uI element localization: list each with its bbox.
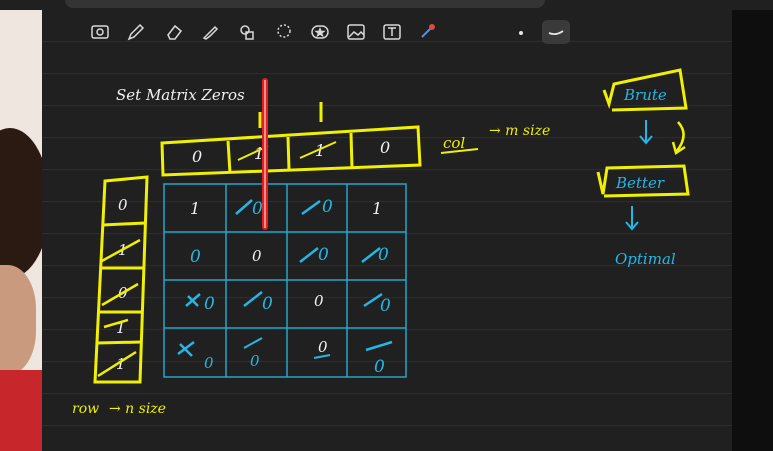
arrow-down-2 bbox=[625, 206, 639, 231]
approaches-list: Brute Better Optimal bbox=[596, 68, 690, 268]
col-label: col bbox=[443, 134, 465, 152]
matrix-cell-2-1: 0 bbox=[262, 294, 273, 314]
note-title: Set Matrix Zeros bbox=[116, 86, 245, 104]
matrix-cell-0-0: 1 bbox=[190, 199, 200, 218]
strike-3-3 bbox=[365, 340, 393, 352]
approach-brute: Brute bbox=[623, 86, 667, 104]
strike-0-1 bbox=[235, 199, 253, 215]
col-array-values: 0 1 1 0 bbox=[192, 138, 390, 166]
strike-2-1 bbox=[243, 291, 263, 307]
approach-optimal: Optimal bbox=[615, 250, 676, 268]
matrix-cell-3-0: 0 bbox=[204, 354, 214, 372]
matrix-cell-2-2: 0 bbox=[314, 292, 324, 310]
ink-layer: Set Matrix Zeros 0 1 1 0 col → m size 0 … bbox=[72, 68, 690, 417]
matrix-cell-1-1: 0 bbox=[252, 247, 262, 265]
col-cell-3: 0 bbox=[380, 138, 390, 157]
curve-arrow bbox=[671, 121, 686, 156]
matrix-cell-0-3: 1 bbox=[372, 199, 382, 218]
matrix-cell-0-1: 0 bbox=[252, 199, 263, 219]
matrix-cell-2-0: 0 bbox=[204, 294, 215, 314]
col-cell-0: 0 bbox=[192, 147, 202, 166]
matrix-cell-1-0: 0 bbox=[190, 247, 201, 267]
strike-1-2 bbox=[299, 247, 319, 263]
strike-3-0 bbox=[177, 341, 195, 357]
strike-2-0 bbox=[185, 293, 201, 307]
row-cell-0: 0 bbox=[118, 196, 128, 214]
strike-3-1 bbox=[243, 337, 263, 349]
matrix-values: 1 0 0 1 0 0 0 0 0 0 0 0 0 0 0 0 bbox=[177, 197, 393, 377]
arrow-down-1 bbox=[639, 120, 653, 145]
row-size-label: → n size bbox=[109, 401, 166, 417]
approach-better: Better bbox=[615, 174, 665, 192]
red-highlight-shine bbox=[264, 80, 266, 228]
strike-0-2 bbox=[301, 199, 321, 216]
row-label: row bbox=[72, 401, 99, 417]
matrix-cell-2-3: 0 bbox=[380, 296, 391, 316]
matrix-cell-1-2: 0 bbox=[318, 245, 329, 265]
matrix-cell-0-2: 0 bbox=[322, 197, 333, 217]
matrix-cell-3-1: 0 bbox=[250, 352, 260, 370]
col-size-label: → m size bbox=[489, 123, 550, 139]
matrix-cell-3-2: 0 bbox=[318, 338, 328, 356]
matrix-cell-3-3: 0 bbox=[374, 357, 385, 377]
